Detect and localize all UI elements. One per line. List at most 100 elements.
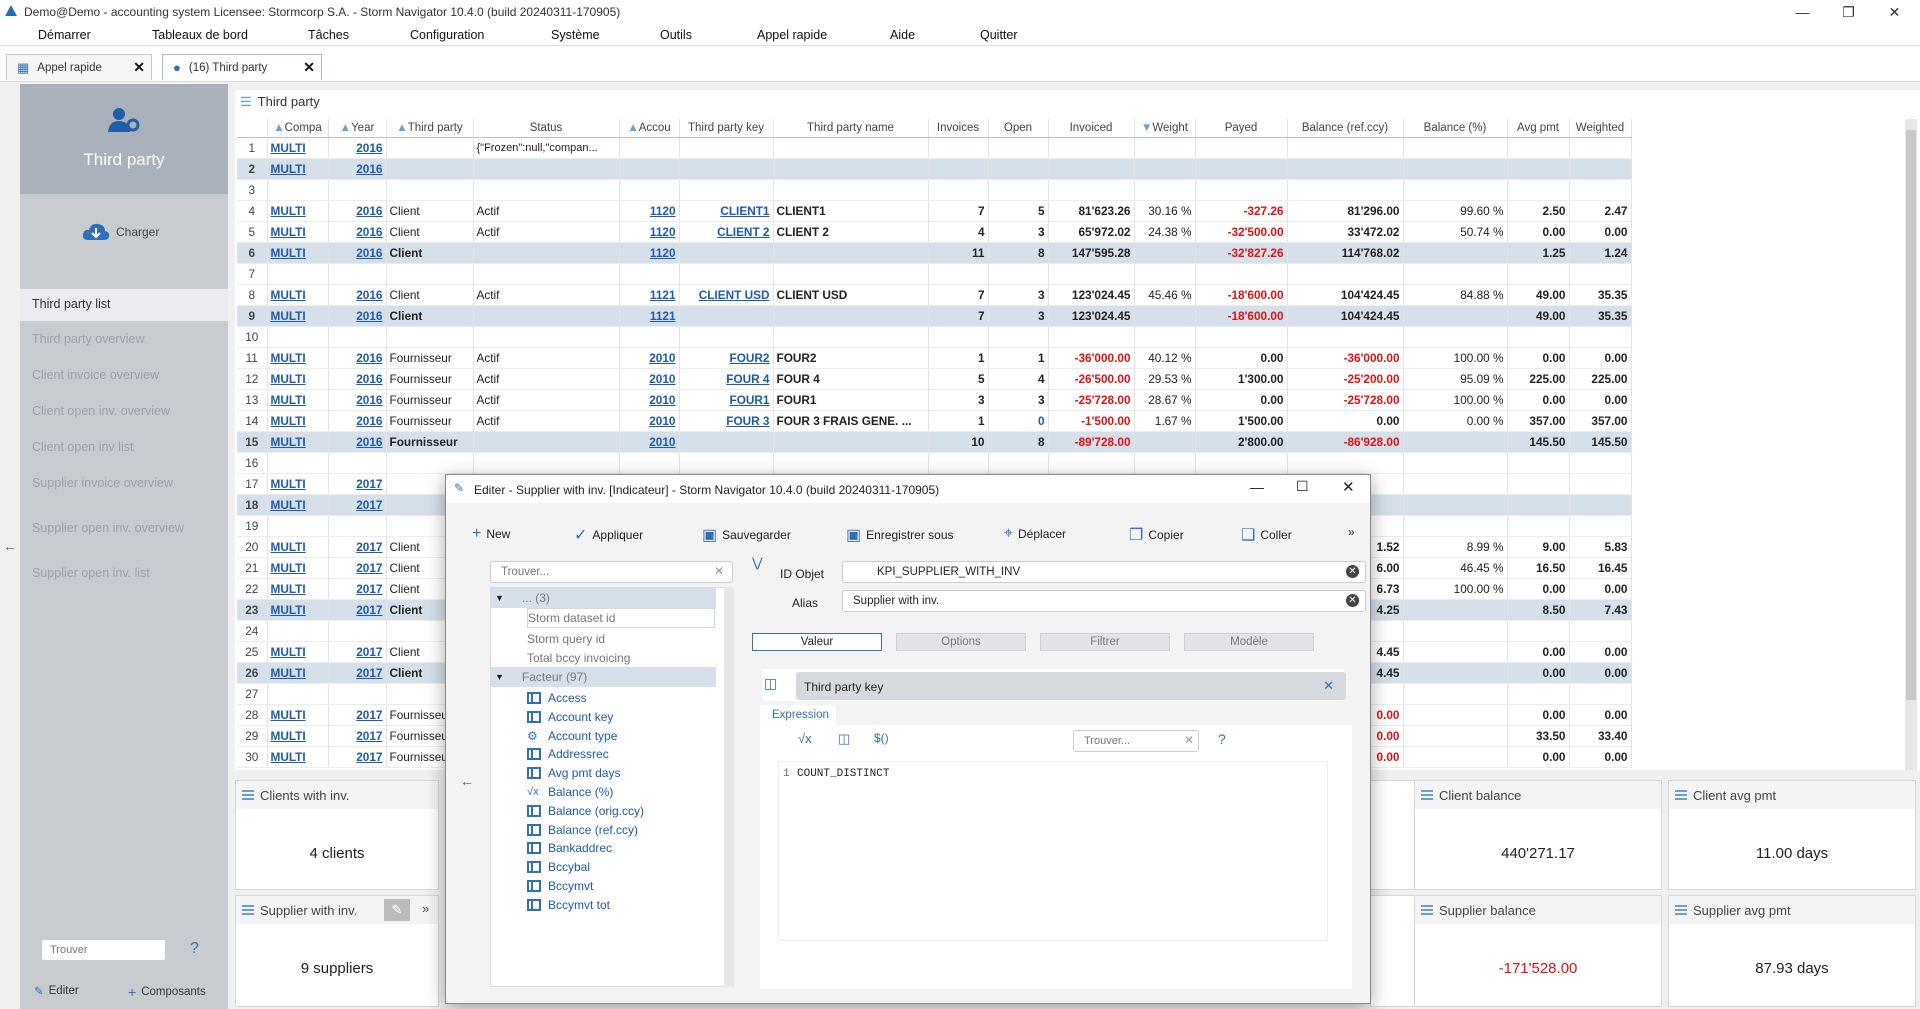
cell-year[interactable] <box>328 515 387 537</box>
sidebar-item-supplier-open-inv-overview[interactable]: Supplier open inv. overview <box>32 521 184 535</box>
help-icon[interactable]: ? <box>1218 731 1226 747</box>
cell-company[interactable]: MULTI <box>267 284 329 306</box>
cell-year[interactable] <box>328 263 387 285</box>
chevron-right-icon[interactable]: » <box>422 901 429 916</box>
cell-year[interactable]: 2016 <box>328 242 387 264</box>
menu-outils[interactable]: Outils <box>660 28 692 42</box>
col-header-account[interactable]: ▲Accou <box>619 119 680 138</box>
table-row[interactable]: 9 MULTI 2016 Client 1121 7 3 123'024.45 -18'600.… <box>237 305 1632 327</box>
card-clients-with-inv[interactable]: Clients with inv. 4 clients <box>235 780 439 890</box>
menu-icon[interactable] <box>1675 905 1687 915</box>
cell-year[interactable] <box>328 683 387 705</box>
cell-year[interactable] <box>328 620 387 642</box>
tab-third-party[interactable]: ● (16) Third party ✕ <box>162 54 322 80</box>
tree-field-balance[interactable]: √x Balance (%) <box>527 782 752 802</box>
cell-company[interactable]: MULTI <box>267 557 329 579</box>
card-supplier-balance[interactable]: Supplier balance -171'528.00 <box>1414 895 1662 1007</box>
cell-year[interactable]: 2016 <box>328 431 387 453</box>
tab-modele[interactable]: Modèle <box>1184 633 1314 651</box>
cell-key[interactable] <box>679 326 774 348</box>
cell-company[interactable]: MULTI <box>267 746 329 768</box>
card-supplier-avg-pmt[interactable]: Supplier avg pmt 87.93 days <box>1668 895 1916 1007</box>
load-button[interactable]: Charger <box>82 222 159 242</box>
cell-company[interactable]: MULTI <box>267 662 329 684</box>
cell-company[interactable]: MULTI <box>267 578 329 600</box>
variable-icon[interactable]: $() <box>874 731 889 745</box>
cell-key[interactable] <box>679 158 774 180</box>
cell-year[interactable]: 2016 <box>328 158 387 180</box>
cell-year[interactable]: 2017 <box>328 578 387 600</box>
menu-demarrer[interactable]: Démarrer <box>38 28 91 42</box>
cell-key[interactable]: FOUR1 <box>679 389 774 411</box>
cell-account[interactable] <box>619 158 680 180</box>
tree-item-total-bccy-invoicing[interactable]: Total bccy invoicing <box>527 648 752 668</box>
cell-account[interactable]: 1121 <box>619 305 680 327</box>
table-column-icon[interactable]: ◫ <box>838 731 850 747</box>
sidebar-item-client-open-inv-list[interactable]: Client open inv list <box>32 440 133 454</box>
table-row[interactable]: 10 <box>237 326 1632 348</box>
clear-search-icon[interactable]: ✕ <box>714 564 724 578</box>
cell-year[interactable] <box>328 326 387 348</box>
tab-appel-rapide[interactable]: ▦ Appel rapide ✕ <box>6 54 152 80</box>
cell-account[interactable] <box>619 263 680 285</box>
new-button[interactable]: + New <box>472 525 510 543</box>
field-chip[interactable]: Third party key ✕ <box>796 672 1346 700</box>
cell-company[interactable]: MULTI <box>267 494 329 516</box>
edit-icon[interactable]: ✎ <box>384 899 410 921</box>
card-client-balance[interactable]: Client balance 440'271.17 <box>1414 780 1662 890</box>
table-row[interactable]: 16 <box>237 452 1632 474</box>
cell-key[interactable]: CLIENT 2 <box>679 221 774 243</box>
cell-key[interactable]: FOUR2 <box>679 347 774 369</box>
close-dialog-button[interactable]: ✕ <box>1342 478 1355 496</box>
tab-options[interactable]: Options <box>896 633 1026 651</box>
cell-account[interactable] <box>619 137 680 159</box>
cell-year[interactable]: 2016 <box>328 410 387 432</box>
scrollbar-thumb[interactable] <box>1906 130 1916 700</box>
cell-year[interactable]: 2017 <box>328 662 387 684</box>
table-row[interactable]: 8 MULTI 2016 Client Actif 1121 CLIENT USD CLIEN… <box>237 284 1632 306</box>
cell-year[interactable]: 2016 <box>328 284 387 306</box>
cell-account[interactable]: 2010 <box>619 389 680 411</box>
cell-year[interactable]: 2017 <box>328 557 387 579</box>
sidebar-item-client-invoice-overview[interactable]: Client invoice overview <box>32 368 159 382</box>
sidebar-search-input[interactable] <box>41 939 166 961</box>
cell-company[interactable]: MULTI <box>267 473 329 495</box>
cell-key[interactable]: CLIENT USD <box>679 284 774 306</box>
tree-search-input[interactable] <box>490 561 733 583</box>
table-row[interactable]: 11 MULTI 2016 Fournisseur Actif 2010 FOUR2 FOUR… <box>237 347 1632 369</box>
save-as-button[interactable]: ▣ Enregistrer sous <box>846 525 954 545</box>
menu-systeme[interactable]: Système <box>551 28 600 42</box>
cell-account[interactable]: 1120 <box>619 221 680 243</box>
cell-company[interactable] <box>267 326 329 348</box>
cell-year[interactable]: 2017 <box>328 725 387 747</box>
move-button[interactable]: ⌖ Déplacer <box>1004 525 1066 543</box>
cell-key[interactable] <box>679 305 774 327</box>
tab-valeur[interactable]: Valeur <box>752 633 882 651</box>
cell-company[interactable]: MULTI <box>267 305 329 327</box>
cell-year[interactable]: 2016 <box>328 221 387 243</box>
tree-field-bccymvt[interactable]: Bccymvt <box>527 876 752 896</box>
cell-year[interactable]: 2016 <box>328 137 387 159</box>
table-row[interactable]: 6 MULTI 2016 Client 1120 11 8 147'595.28 -32'827… <box>237 242 1632 264</box>
tree-field-balance-orig-ccy[interactable]: Balance (orig.ccy) <box>527 801 752 821</box>
col-header-balance-pct[interactable]: Balance (%) <box>1403 119 1508 138</box>
expression-search-input[interactable] <box>1073 730 1199 752</box>
menu-aide[interactable]: Aide <box>890 28 915 42</box>
col-header-year[interactable]: ▲Year <box>328 119 387 138</box>
sidebar-item-supplier-open-inv-list[interactable]: Supplier open inv. list <box>32 566 150 580</box>
table-row[interactable]: 14 MULTI 2016 Fournisseur Actif 2010 FOUR 3 FOU… <box>237 410 1632 432</box>
cell-year[interactable] <box>328 452 387 474</box>
cell-company[interactable]: MULTI <box>267 137 329 159</box>
remove-field-icon[interactable]: ✕ <box>1323 678 1334 694</box>
menu-tableaux-de-bord[interactable]: Tableaux de bord <box>152 28 248 42</box>
help-icon[interactable]: ? <box>190 940 199 958</box>
maximize-button[interactable]: ☐ <box>1296 478 1309 495</box>
col-header-invoices[interactable]: Invoices <box>928 119 989 138</box>
cell-company[interactable]: MULTI <box>267 242 329 264</box>
code-editor[interactable]: 1 COUNT_DISTINCT <box>778 761 1328 941</box>
cell-year[interactable]: 2017 <box>328 536 387 558</box>
collapse-left-icon[interactable]: ← <box>3 538 17 554</box>
clear-alias-icon[interactable]: ✕ <box>1346 594 1359 607</box>
expand-icon[interactable]: ▼ <box>495 672 504 682</box>
table-row[interactable]: 3 <box>237 179 1632 201</box>
